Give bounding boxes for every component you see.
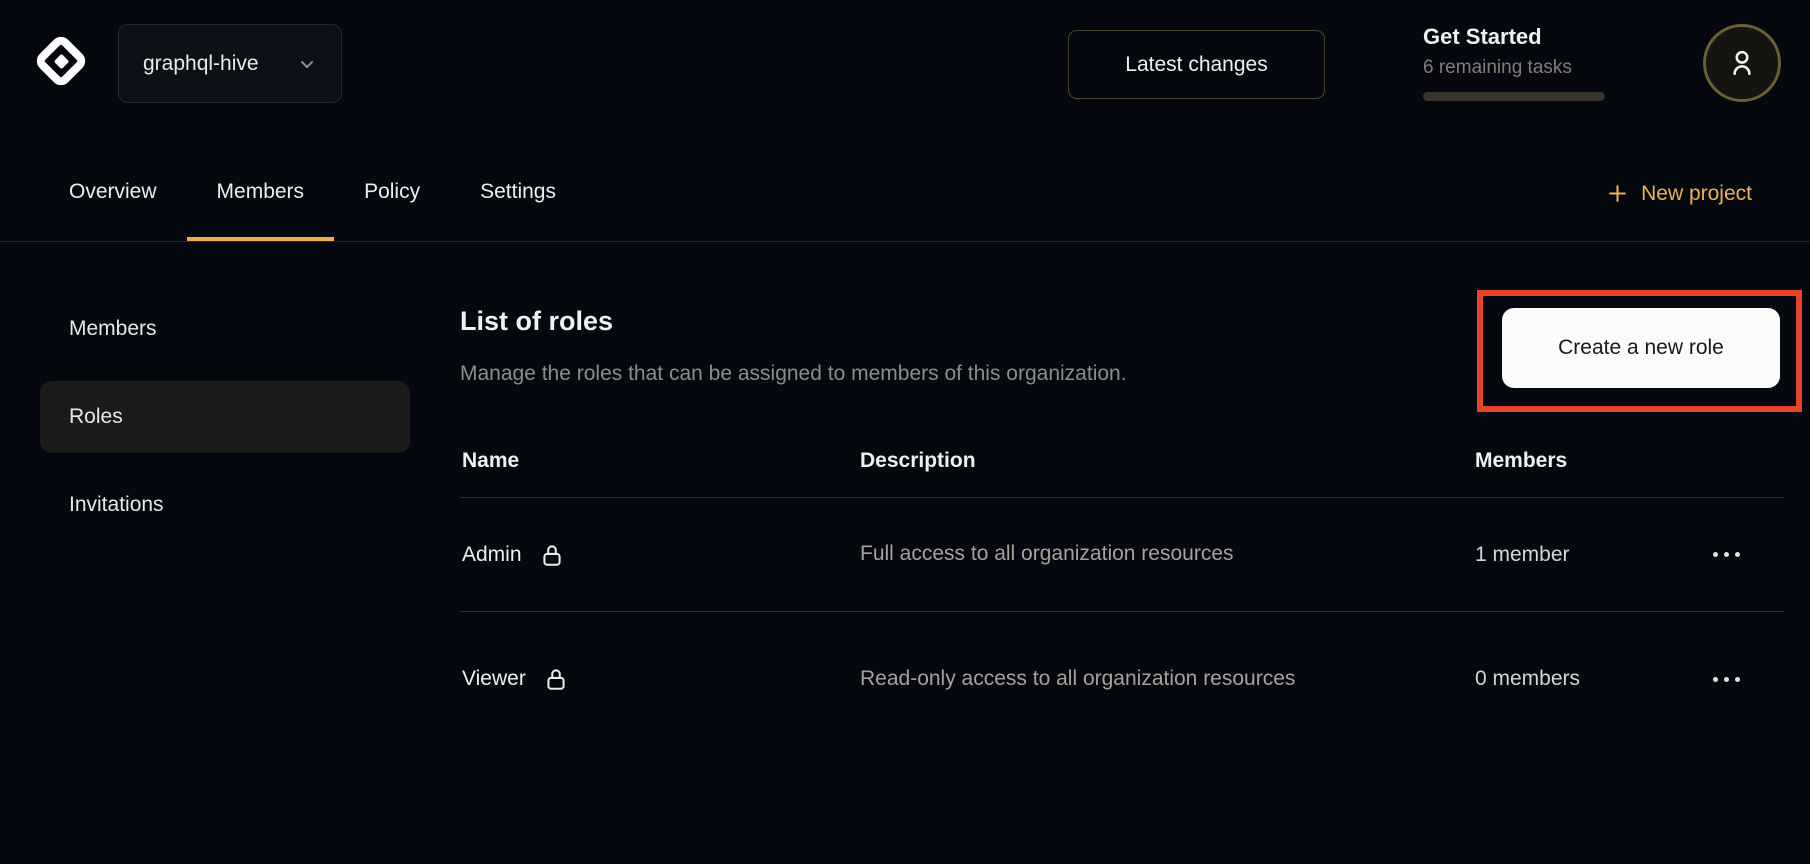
ellipsis-icon — [1713, 677, 1718, 682]
app-root: graphql-hive Latest changes Get Started … — [0, 0, 1810, 864]
sidebar-item-invitations[interactable]: Invitations — [40, 469, 410, 541]
user-avatar[interactable] — [1703, 24, 1781, 102]
tab-policy[interactable]: Policy — [334, 130, 450, 241]
get-started-progressbar — [1423, 92, 1605, 101]
latest-changes-button[interactable]: Latest changes — [1068, 30, 1325, 99]
lock-icon — [539, 542, 565, 568]
role-description: Full access to all organization resource… — [860, 540, 1300, 568]
org-selector-button[interactable]: graphql-hive — [118, 24, 342, 103]
tab-settings[interactable]: Settings — [450, 130, 586, 241]
new-project-button[interactable]: New project — [1606, 130, 1752, 241]
tab-members[interactable]: Members — [187, 130, 335, 241]
role-description: Read-only access to all organization res… — [860, 665, 1300, 693]
tab-overview[interactable]: Overview — [39, 130, 187, 241]
get-started-subtitle: 6 remaining tasks — [1423, 57, 1605, 79]
role-members-count: 1 member — [1475, 543, 1666, 567]
column-header-description: Description — [860, 449, 1475, 473]
row-menu-button[interactable] — [1666, 659, 1786, 699]
role-members-count: 0 members — [1475, 667, 1666, 691]
roles-table: Name Description Members Admin Full acce… — [460, 424, 1784, 746]
roles-table-header: Name Description Members — [460, 424, 1784, 498]
table-row-viewer[interactable]: Viewer Read-only access to all organizat… — [460, 612, 1784, 746]
org-tabbar: Overview Members Policy Settings New pro… — [0, 130, 1810, 242]
column-header-name: Name — [462, 449, 860, 473]
role-name: Viewer — [462, 667, 526, 691]
sidebar-item-roles[interactable]: Roles — [40, 381, 410, 453]
table-row-admin[interactable]: Admin Full access to all organization re… — [460, 498, 1784, 612]
chevron-down-icon — [297, 54, 317, 74]
role-name: Admin — [462, 543, 522, 567]
org-selector-label: graphql-hive — [143, 52, 259, 76]
lock-icon — [543, 666, 569, 692]
row-menu-button[interactable] — [1666, 535, 1786, 575]
plus-icon — [1606, 182, 1629, 205]
new-project-label: New project — [1641, 182, 1752, 206]
get-started-widget[interactable]: Get Started 6 remaining tasks — [1423, 24, 1605, 101]
page-subtitle: Manage the roles that can be assigned to… — [460, 362, 1127, 386]
sidebar-item-members[interactable]: Members — [40, 293, 410, 365]
ellipsis-icon — [1713, 552, 1718, 557]
page-title: List of roles — [460, 306, 613, 337]
hive-logo-icon[interactable] — [33, 33, 89, 89]
column-header-members: Members — [1475, 449, 1666, 473]
create-role-button[interactable]: Create a new role — [1502, 308, 1780, 388]
get-started-title: Get Started — [1423, 24, 1605, 50]
person-icon — [1725, 46, 1759, 80]
